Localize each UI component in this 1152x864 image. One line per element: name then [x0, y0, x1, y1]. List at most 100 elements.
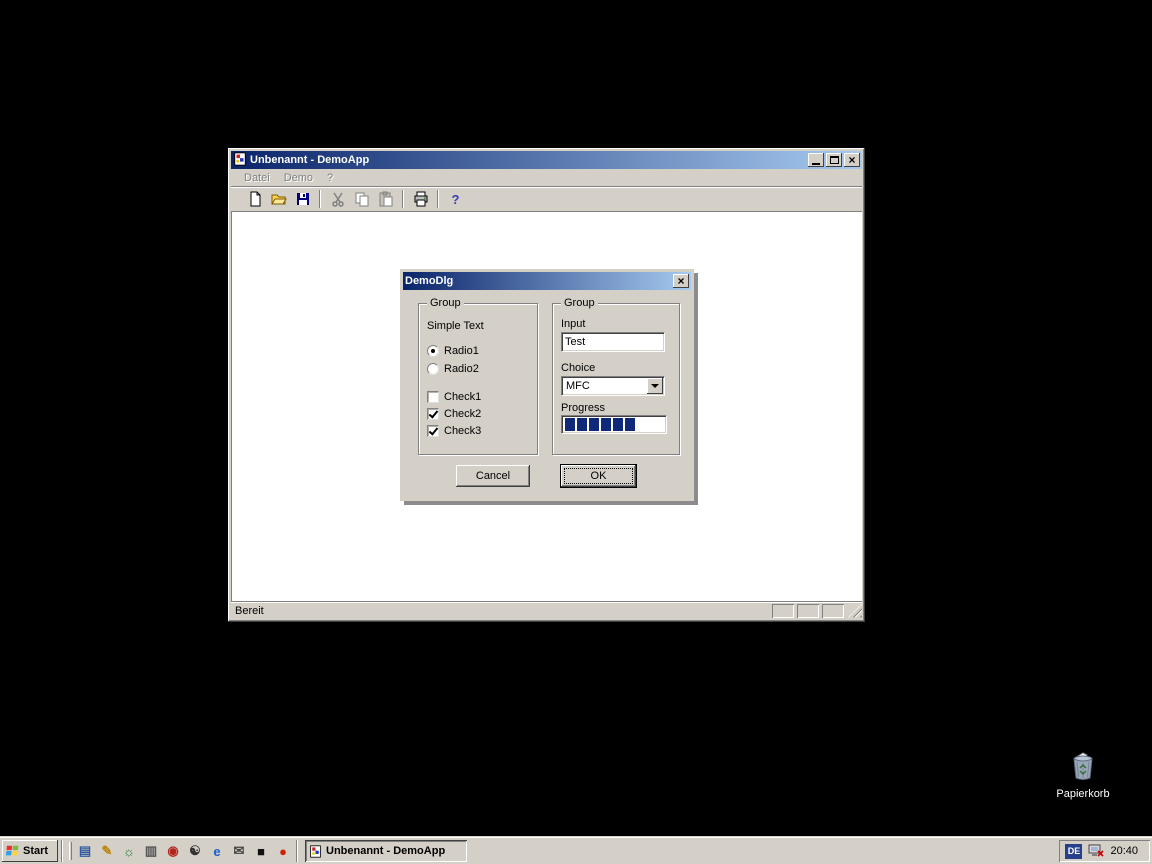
status-panel	[797, 604, 819, 618]
dialog-titlebar[interactable]: DemoDlg ×	[403, 272, 691, 290]
app-titlebar[interactable]: Unbenannt - DemoApp ×	[231, 151, 862, 169]
radio1-row[interactable]: Radio1	[427, 344, 479, 357]
browser-icon[interactable]: ●	[273, 841, 293, 861]
toolbar-separator	[319, 190, 321, 208]
window-title: Unbenannt - DemoApp	[250, 154, 805, 166]
document-icon[interactable]: ▤	[75, 841, 95, 861]
console-icon[interactable]: ■	[251, 841, 271, 861]
maximize-button[interactable]	[826, 153, 842, 167]
check1-row[interactable]: Check1	[427, 390, 481, 403]
progress-bar	[561, 415, 667, 434]
save-button[interactable]	[291, 188, 314, 210]
chevron-down-icon	[651, 384, 659, 392]
input-field[interactable]	[562, 333, 664, 351]
statusbar: Bereit	[231, 601, 862, 619]
radio1-control	[427, 345, 439, 357]
menu-datei[interactable]: Datei	[237, 171, 277, 185]
cancel-button[interactable]: Cancel	[456, 465, 530, 487]
resize-grip[interactable]	[848, 604, 862, 618]
choice-dropdown-button[interactable]	[647, 378, 663, 394]
taskbar: Start ▤✎☼▥◉☯e✉■● Unbenannt - DemoApp DE …	[0, 837, 1152, 864]
progress-block	[577, 418, 587, 431]
toolbar-separator	[437, 190, 439, 208]
media-icon[interactable]: ◉	[163, 841, 183, 861]
mail-icon[interactable]: ✉	[229, 841, 249, 861]
paste-icon	[378, 191, 394, 207]
ok-button-label: OK	[591, 470, 607, 482]
progress-block	[625, 418, 635, 431]
close-button[interactable]: ×	[844, 153, 860, 167]
dialog-close-button[interactable]: ×	[673, 274, 689, 288]
tray-device-icon[interactable]	[1088, 844, 1104, 858]
open-button[interactable]	[267, 188, 290, 210]
tray-clock[interactable]: 20:40	[1110, 845, 1140, 857]
maximize-icon	[830, 156, 839, 164]
menu-help[interactable]: ?	[320, 171, 340, 185]
group-right: Group Input Choice MFC Progress	[552, 303, 680, 455]
minimize-icon	[812, 163, 820, 165]
check2-control	[427, 408, 439, 420]
recycle-bin-desktop-icon[interactable]: Papierkorb	[1043, 750, 1123, 800]
taskbar-separator	[296, 840, 298, 862]
pen-icon[interactable]: ✎	[97, 841, 117, 861]
paste-button[interactable]	[374, 188, 397, 210]
new-document-button[interactable]	[243, 188, 266, 210]
demo-dialog: DemoDlg × Group Simple Text Radio1 Radio…	[400, 269, 694, 501]
language-indicator[interactable]: DE	[1065, 844, 1082, 859]
copy-button[interactable]	[350, 188, 373, 210]
input-label: Input	[561, 318, 585, 330]
check3-row[interactable]: Check3	[427, 424, 481, 437]
titlebar-buttons: ×	[808, 153, 860, 167]
menu-demo[interactable]: Demo	[277, 171, 320, 185]
recycle-bin-label: Papierkorb	[1043, 788, 1123, 800]
cancel-button-label: Cancel	[476, 470, 510, 482]
status-text: Bereit	[235, 605, 769, 617]
progress-block	[601, 418, 611, 431]
start-label: Start	[23, 845, 48, 857]
app-icon	[233, 152, 247, 169]
close-icon: ×	[848, 154, 855, 166]
simple-text-label: Simple Text	[427, 320, 484, 332]
radio2-row[interactable]: Radio2	[427, 362, 479, 375]
toolbar-separator	[402, 190, 404, 208]
quick-launch: ▤✎☼▥◉☯e✉■●	[75, 841, 293, 861]
choice-combobox[interactable]: MFC	[561, 376, 665, 396]
check1-control	[427, 391, 439, 403]
check3-label: Check3	[444, 425, 481, 437]
task-button-demoapp[interactable]: Unbenannt - DemoApp	[305, 840, 467, 862]
help-icon: ?	[452, 192, 460, 207]
progress-block	[565, 418, 575, 431]
taskbar-separator	[61, 840, 63, 862]
quick-launch-grip[interactable]	[69, 842, 72, 860]
windows-flag-icon	[4, 844, 20, 858]
status-panel	[822, 604, 844, 618]
minimize-button[interactable]	[808, 153, 824, 167]
new-document-icon	[247, 191, 263, 207]
progress-label: Progress	[561, 402, 605, 414]
input-field-wrap	[561, 332, 665, 352]
close-icon: ×	[677, 275, 684, 287]
choice-label: Choice	[561, 362, 595, 374]
eye-icon[interactable]: ☯	[185, 841, 205, 861]
book-icon[interactable]: ▥	[141, 841, 161, 861]
system-tray: DE 20:40	[1059, 840, 1150, 862]
group-left: Group Simple Text Radio1 Radio2 Check1 C…	[418, 303, 538, 455]
group-right-label: Group	[561, 297, 598, 309]
cut-icon	[330, 191, 346, 207]
print-icon	[413, 191, 429, 207]
cut-button[interactable]	[326, 188, 349, 210]
radio2-control	[427, 363, 439, 375]
check2-row[interactable]: Check2	[427, 407, 481, 420]
status-panel	[772, 604, 794, 618]
menubar: Datei Demo ?	[231, 169, 862, 186]
internet-explorer-icon[interactable]: e	[207, 841, 227, 861]
progress-block	[589, 418, 599, 431]
recycle-bin-icon	[1067, 750, 1099, 782]
print-button[interactable]	[409, 188, 432, 210]
check2-label: Check2	[444, 408, 481, 420]
ok-button[interactable]: OK	[560, 464, 637, 488]
start-button[interactable]: Start	[2, 840, 58, 862]
help-button[interactable]: ?	[444, 188, 467, 210]
globe-icon[interactable]: ☼	[119, 841, 139, 861]
copy-icon	[354, 191, 370, 207]
